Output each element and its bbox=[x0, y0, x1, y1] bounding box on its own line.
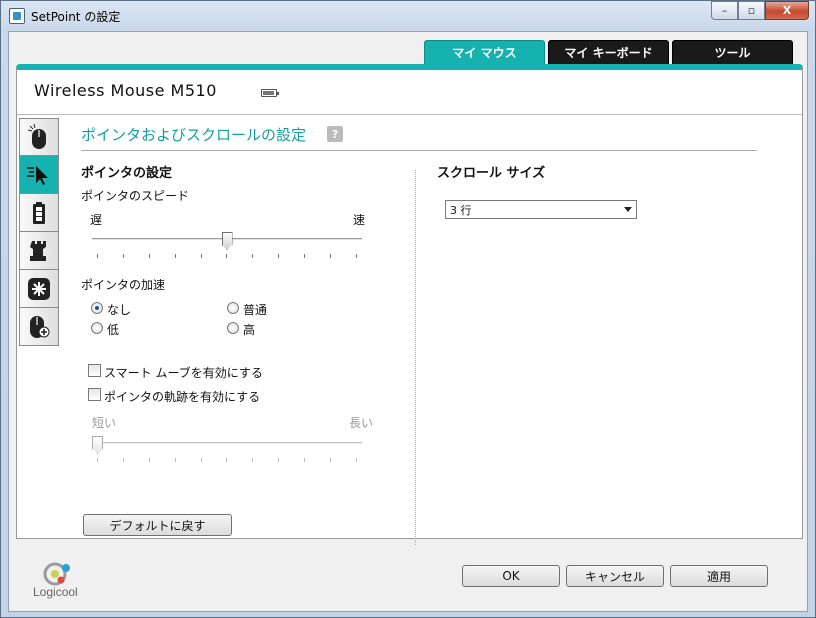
device-divider bbox=[17, 114, 802, 115]
tab-my-mouse[interactable]: マイ マウス bbox=[424, 40, 545, 65]
accel-high-radio[interactable] bbox=[227, 322, 239, 334]
side-tab-battery[interactable] bbox=[19, 194, 59, 232]
side-tab-mouse-plus[interactable] bbox=[19, 308, 59, 346]
help-icon[interactable]: ? bbox=[327, 126, 343, 142]
pointer-speed-label: ポインタのスピード bbox=[81, 189, 190, 203]
accel-high-label[interactable]: 高 bbox=[243, 321, 255, 338]
mouse-buttons-icon bbox=[28, 123, 46, 149]
main-panel: Wireless Mouse M510 ポインタおよびスクロールの設定 ? ポイ… bbox=[16, 64, 803, 545]
restore-default-button[interactable]: デフォルトに戻す bbox=[83, 514, 232, 536]
minimize-button[interactable]: – bbox=[711, 1, 738, 20]
accel-low-label[interactable]: 低 bbox=[107, 321, 119, 338]
side-tab-pointer[interactable] bbox=[19, 156, 59, 194]
scroll-size-select[interactable]: 3 行 bbox=[445, 200, 637, 219]
pointer-trails-slider bbox=[92, 442, 362, 445]
window-title: SetPoint の設定 bbox=[31, 10, 121, 24]
side-tab-game[interactable] bbox=[19, 232, 59, 270]
asterisk-icon bbox=[28, 277, 50, 300]
pointer-trails-thumb bbox=[92, 436, 103, 454]
trails-short-label: 短い bbox=[92, 416, 117, 430]
side-tab-asterisk[interactable] bbox=[19, 270, 59, 308]
title-bar[interactable]: SetPoint の設定 – ▫ X bbox=[1, 1, 815, 31]
battery-icon bbox=[261, 89, 279, 97]
cancel-button[interactable]: キャンセル bbox=[566, 565, 664, 587]
brand-name: Logicool bbox=[33, 585, 78, 599]
side-tab-mouse-buttons[interactable] bbox=[19, 118, 59, 156]
pointer-trails-label[interactable]: ポインタの軌跡を有効にする bbox=[104, 388, 260, 405]
apply-button[interactable]: 適用 bbox=[670, 565, 768, 587]
setpoint-window: SetPoint の設定 – ▫ X マイ マウス マイ キーボード ツール W… bbox=[0, 0, 816, 618]
top-tabs: マイ マウス マイ キーボード ツール bbox=[424, 40, 793, 65]
game-chess-rook-icon bbox=[30, 240, 46, 261]
accel-normal-radio[interactable] bbox=[227, 302, 239, 314]
accel-none-radio[interactable] bbox=[91, 302, 103, 314]
dropdown-arrow-icon bbox=[624, 207, 632, 212]
smart-move-label[interactable]: スマート ムーブを有効にする bbox=[104, 364, 263, 381]
speed-fast-label: 速 bbox=[353, 213, 366, 227]
pointer-speed-ticks bbox=[97, 254, 357, 258]
accel-none-label[interactable]: なし bbox=[107, 301, 131, 318]
side-tabs bbox=[19, 118, 59, 346]
smart-move-checkbox[interactable] bbox=[88, 364, 101, 377]
setpoint-app-icon bbox=[9, 8, 25, 24]
scroll-heading: スクロール サイズ bbox=[437, 166, 546, 181]
section-title: ポインタおよびスクロールの設定 bbox=[81, 126, 307, 144]
speed-slow-label: 遅 bbox=[90, 213, 103, 227]
tab-tools[interactable]: ツール bbox=[672, 40, 793, 65]
device-name: Wireless Mouse M510 bbox=[34, 81, 217, 100]
trails-long-label: 長い bbox=[349, 416, 374, 430]
client-area: マイ マウス マイ キーボード ツール Wireless Mouse M510 bbox=[8, 31, 808, 612]
scroll-size-value: 3 行 bbox=[450, 204, 472, 217]
tab-my-keyboard[interactable]: マイ キーボード bbox=[548, 40, 669, 65]
maximize-button[interactable]: ▫ bbox=[738, 1, 765, 20]
mouse-plus-icon bbox=[30, 315, 50, 338]
column-divider bbox=[415, 170, 416, 545]
close-button[interactable]: X bbox=[765, 1, 809, 20]
pointer-trails-ticks bbox=[97, 458, 357, 462]
section-divider bbox=[81, 150, 757, 151]
window-controls: – ▫ X bbox=[711, 1, 809, 20]
pointer-accel-label: ポインタの加速 bbox=[81, 278, 166, 292]
pointer-heading: ポインタの設定 bbox=[81, 166, 173, 181]
battery-level-icon bbox=[33, 201, 45, 224]
pointer-speed-thumb[interactable] bbox=[221, 232, 233, 250]
pointer-trails-checkbox[interactable] bbox=[88, 388, 101, 401]
accel-normal-label[interactable]: 普通 bbox=[243, 301, 267, 318]
ok-button[interactable]: OK bbox=[462, 565, 560, 587]
accel-low-radio[interactable] bbox=[91, 322, 103, 334]
pointer-icon bbox=[27, 165, 48, 185]
